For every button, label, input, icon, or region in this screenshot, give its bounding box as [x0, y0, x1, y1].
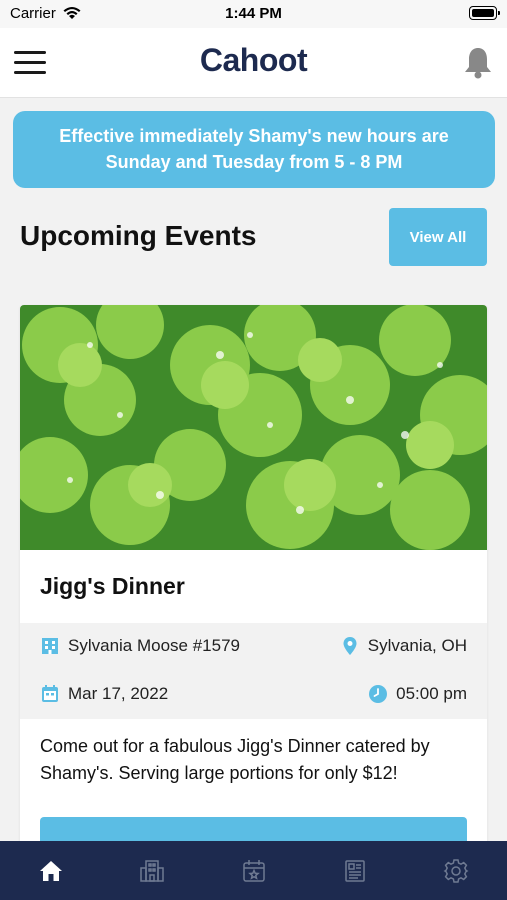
tab-venues[interactable]: [139, 858, 165, 884]
announcement-banner: Effective immediately Shamy's new hours …: [13, 111, 495, 188]
event-info: Sylvania Moose #1579 Sylvania, OH Mar 17…: [20, 623, 487, 719]
gear-icon: [443, 859, 469, 883]
home-icon: [40, 861, 62, 881]
map-pin-icon: [343, 637, 357, 655]
section-title: Upcoming Events: [20, 220, 257, 251]
info-row-venue: Sylvania Moose #1579 Sylvania, OH: [20, 623, 487, 671]
tab-events[interactable]: [241, 858, 267, 884]
event-description: Come out for a fabulous Jigg's Dinner ca…: [40, 736, 430, 783]
announcement-line-1: Effective immediately Shamy's new hours …: [59, 126, 449, 146]
status-bar: Carrier 1:44 PM: [0, 0, 507, 28]
tab-settings[interactable]: [443, 858, 469, 884]
app-logo: Cahoot: [199, 42, 308, 78]
building-icon: [42, 638, 58, 654]
calendar-star-icon: [243, 860, 265, 882]
event-time: 05:00 pm: [396, 684, 467, 703]
app-header: Cahoot: [0, 28, 507, 98]
clock-icon: [369, 685, 388, 703]
event-card[interactable]: Jigg's Dinner Sylvania Moose #1579 Sylva…: [20, 305, 487, 845]
calendar-icon: [42, 685, 58, 702]
event-image: [20, 305, 487, 550]
announcement-line-2: Sunday and Tuesday from 5 - 8 PM: [105, 152, 403, 172]
tab-news[interactable]: [342, 858, 368, 884]
info-row-datetime: Mar 17, 2022 05:00 pm: [20, 671, 487, 719]
bottom-tab-bar: [0, 841, 507, 900]
venue-name: Sylvania Moose #1579: [68, 636, 241, 655]
location-text: Sylvania, OH: [367, 636, 467, 655]
status-time: 1:44 PM: [225, 5, 282, 22]
tab-home[interactable]: [38, 858, 64, 884]
bell-icon[interactable]: [463, 45, 493, 79]
view-all-button[interactable]: View All: [389, 208, 487, 266]
battery-icon: [469, 6, 500, 20]
newspaper-icon: [345, 860, 365, 882]
date-info: Mar 17, 2022: [40, 684, 168, 704]
location-info: Sylvania, OH: [340, 636, 467, 656]
event-date: Mar 17, 2022: [68, 684, 169, 703]
venue-info: Sylvania Moose #1579: [40, 636, 240, 656]
building-icon: [140, 860, 164, 882]
event-title: Jigg's Dinner: [40, 573, 185, 599]
time-info: 05:00 pm: [368, 684, 467, 704]
